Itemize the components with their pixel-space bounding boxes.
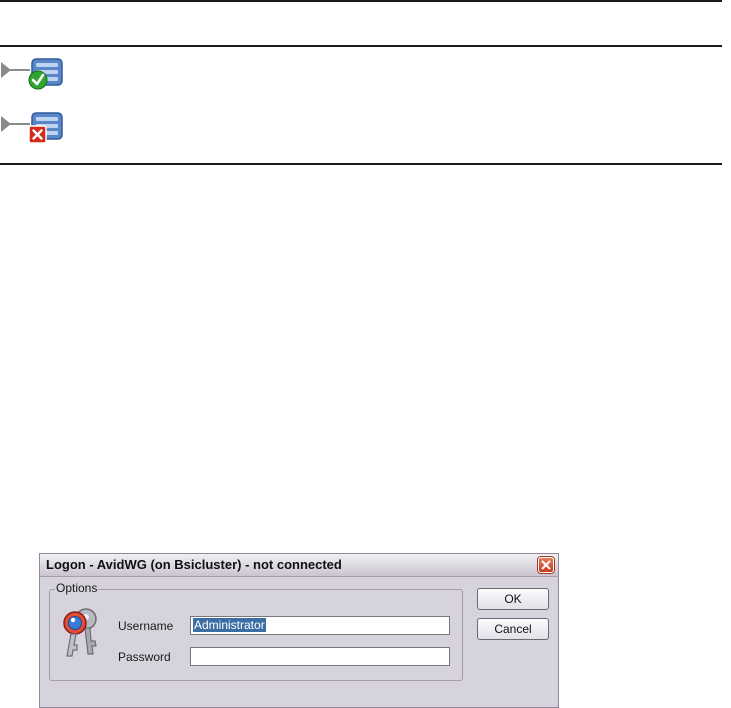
password-field[interactable] [190,647,450,666]
table-rule-header [0,45,722,47]
keys-icon [63,608,97,657]
cancel-button[interactable]: Cancel [477,618,549,640]
close-icon [541,560,551,570]
table-row [0,56,722,96]
ok-button[interactable]: OK [477,588,549,610]
username-value: Administrator [193,618,266,632]
dialog-titlebar[interactable]: Logon - AvidWG (on Bsicluster) - not con… [40,554,558,577]
username-field[interactable]: Administrator [190,616,450,635]
close-button[interactable] [538,557,554,573]
password-label: Password [118,650,171,664]
username-label: Username [118,619,174,633]
options-groupbox: Options [49,581,463,681]
server-disconnected-icon [1,112,63,144]
table-rule-bottom [0,163,722,165]
dialog-title: Logon - AvidWG (on Bsicluster) - not con… [46,557,342,572]
logon-dialog: Logon - AvidWG (on Bsicluster) - not con… [39,553,559,708]
table-rule-top [0,0,722,2]
server-connected-icon [1,58,63,90]
options-group-label: Options [55,581,99,595]
status-table [0,0,722,165]
table-row [0,110,722,150]
